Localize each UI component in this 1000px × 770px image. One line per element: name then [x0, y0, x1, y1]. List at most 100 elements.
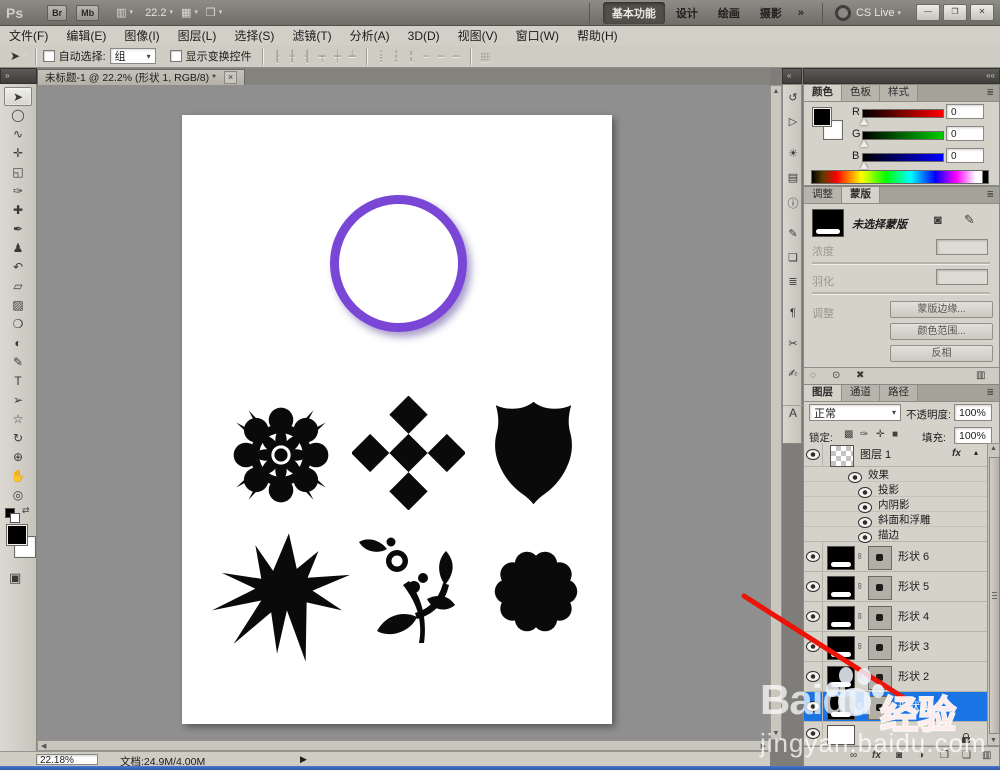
mask-feather-field[interactable] [936, 269, 988, 285]
vector-mask-thumbnail[interactable] [868, 606, 892, 630]
load-selection-icon[interactable]: ◌ [810, 370, 816, 381]
lasso-tool[interactable]: ∿ [4, 125, 32, 144]
layers-scroll-down-icon[interactable]: ▼ [988, 737, 999, 744]
disable-mask-icon[interactable]: ✖ [856, 370, 864, 381]
auto-select-checkbox[interactable] [43, 50, 55, 62]
notes-icon[interactable]: ✍ [783, 367, 803, 380]
minimize-button[interactable]: — [916, 4, 940, 21]
lock-position-icon[interactable]: ✛ [876, 429, 884, 440]
healing-brush-tool[interactable]: ✚ [4, 201, 32, 220]
menu-window[interactable]: 窗口(W) [507, 27, 568, 45]
tab-styles[interactable]: 样式 [880, 85, 918, 101]
effect-row-stroke[interactable]: 描边 [804, 527, 987, 542]
layers-scroll-up-icon[interactable]: ▲ [988, 445, 999, 452]
layer-row-layer1[interactable]: 图层 1 fx ▴ [804, 443, 987, 467]
3d-orbit-tool[interactable]: ⊕ [4, 448, 32, 467]
layer-comps-icon[interactable]: ≣ [783, 275, 803, 288]
toolbar-collapse-header[interactable]: » [0, 68, 37, 84]
paragraph-icon[interactable]: ¶ [783, 307, 803, 319]
shape-layer-thumbnail[interactable] [827, 606, 855, 630]
channel-g-slider-handle[interactable] [860, 140, 868, 147]
zoom-tool[interactable]: ◎ [4, 486, 32, 505]
mask-feather-slider[interactable] [812, 292, 990, 295]
add-layer-mask-icon[interactable]: ◙ [896, 750, 902, 761]
mask-edge-button[interactable]: 蒙版边缘... [890, 301, 993, 318]
workspace-essentials[interactable]: 基本功能 [603, 2, 665, 24]
fill-field[interactable]: 100% [954, 427, 992, 444]
document-horizontal-scrollbar[interactable]: ◀ ▶ [37, 740, 770, 751]
layers-scrollbar[interactable]: ▲ ▼ [987, 443, 1000, 746]
restore-button[interactable]: ❐ [943, 4, 967, 21]
menu-edit[interactable]: 编辑(E) [57, 27, 115, 45]
workspace-photography[interactable]: 摄影 [751, 2, 791, 24]
lock-all-icon[interactable]: ■ [892, 429, 898, 440]
invert-button[interactable]: 反相 [890, 345, 993, 362]
apply-mask-icon[interactable]: ⊙ [832, 370, 840, 381]
tab-swatches[interactable]: 色板 [842, 85, 880, 101]
mask-density-slider[interactable] [812, 262, 990, 265]
scroll-down-icon[interactable]: ▼ [771, 730, 781, 737]
menu-analysis[interactable]: 分析(A) [341, 27, 399, 45]
menu-filter[interactable]: 滤镜(T) [283, 27, 340, 45]
visibility-eye-icon[interactable] [804, 602, 823, 631]
tool-presets-icon[interactable]: ✂ [783, 337, 803, 350]
document-vertical-scrollbar[interactable]: ▲ ▼ [770, 85, 782, 740]
mask-density-field[interactable] [936, 239, 988, 255]
foreground-color-swatch[interactable] [6, 524, 28, 546]
scroll-up-icon[interactable]: ▲ [771, 88, 781, 95]
workspace-design[interactable]: 设计 [667, 2, 707, 24]
zoom-level-control[interactable]: 22.2 [145, 7, 173, 19]
actions-icon[interactable]: ▷ [783, 115, 803, 128]
hand-tool[interactable]: ✋ [4, 467, 32, 486]
document-tab[interactable]: 未标题-1 @ 22.2% (形状 1, RGB/8) * × [37, 69, 245, 86]
workspace-overflow-icon[interactable]: » [792, 7, 810, 19]
layer-row-shape6[interactable]: ∞ 形状 6 [804, 542, 987, 572]
color-panel-foreground-swatch[interactable] [812, 107, 832, 127]
menu-file[interactable]: 文件(F) [0, 27, 57, 45]
channel-r-slider-handle[interactable] [860, 118, 868, 125]
new-layer-icon[interactable]: ❏ [962, 750, 971, 761]
layer-name[interactable]: 形状 1 [898, 701, 929, 713]
lock-transparency-icon[interactable]: ▩ [844, 429, 853, 440]
link-layers-icon[interactable]: ∞ [850, 750, 857, 761]
info-icon[interactable]: ⓘ [783, 195, 803, 211]
menu-image[interactable]: 图像(I) [115, 27, 168, 45]
quick-selection-tool[interactable]: ✛ [4, 144, 32, 163]
document-close-icon[interactable]: × [224, 71, 237, 84]
clone-source-icon[interactable]: ❏ [783, 251, 803, 264]
history-brush-tool[interactable]: ↶ [4, 258, 32, 277]
layer-name[interactable]: 形状 3 [898, 641, 929, 653]
color-range-button[interactable]: 颜色范围... [890, 323, 993, 340]
3d-rotate-tool[interactable]: ↻ [4, 429, 32, 448]
tab-layers[interactable]: 图层 [804, 385, 842, 401]
adjustment-layer-icon[interactable]: ◑ [918, 750, 924, 761]
shape-layer-thumbnail[interactable] [827, 696, 855, 720]
scroll-left-icon[interactable]: ◀ [41, 742, 46, 750]
layer-row-shape2[interactable]: ∞ 形状 2 [804, 662, 987, 692]
channel-g-slider[interactable] [862, 131, 944, 140]
visibility-eye-icon[interactable] [804, 632, 823, 661]
path-selection-tool[interactable]: ➢ [4, 391, 32, 410]
shape-layer-thumbnail[interactable] [827, 636, 855, 660]
quick-mask-button[interactable]: ▣ [9, 570, 21, 586]
menu-layer[interactable]: 图层(L) [169, 27, 226, 45]
delete-layer-icon[interactable]: ▥ [982, 750, 991, 761]
add-pixel-mask-icon[interactable]: ◙ [934, 212, 942, 227]
layer-style-icon[interactable]: fx [872, 750, 881, 761]
background-layer-thumbnail[interactable] [827, 725, 855, 745]
blur-tool[interactable]: ❍ [4, 315, 32, 334]
type-tool[interactable]: T [4, 372, 32, 391]
view-extras-icon[interactable]: ▥ [116, 6, 133, 19]
current-tool-icon[interactable]: ➤ [10, 49, 27, 63]
eyedropper-tool[interactable]: ✑ [4, 182, 32, 201]
fx-collapse-icon[interactable]: ▴ [974, 448, 978, 457]
layers-scrollbar-thumb[interactable] [989, 457, 1000, 734]
lock-pixels-icon[interactable]: ✑ [860, 429, 868, 440]
layer-name[interactable]: 图层 1 [860, 449, 891, 461]
color-spectrum-ramp[interactable] [811, 170, 989, 184]
layer-name[interactable]: 形状 4 [898, 611, 929, 623]
move-tool[interactable]: ➤ [4, 87, 32, 106]
pen-tool[interactable]: ✎ [4, 353, 32, 372]
cs-live-button[interactable]: CS Live [822, 3, 901, 23]
channel-b-value[interactable]: 0 [946, 148, 984, 163]
